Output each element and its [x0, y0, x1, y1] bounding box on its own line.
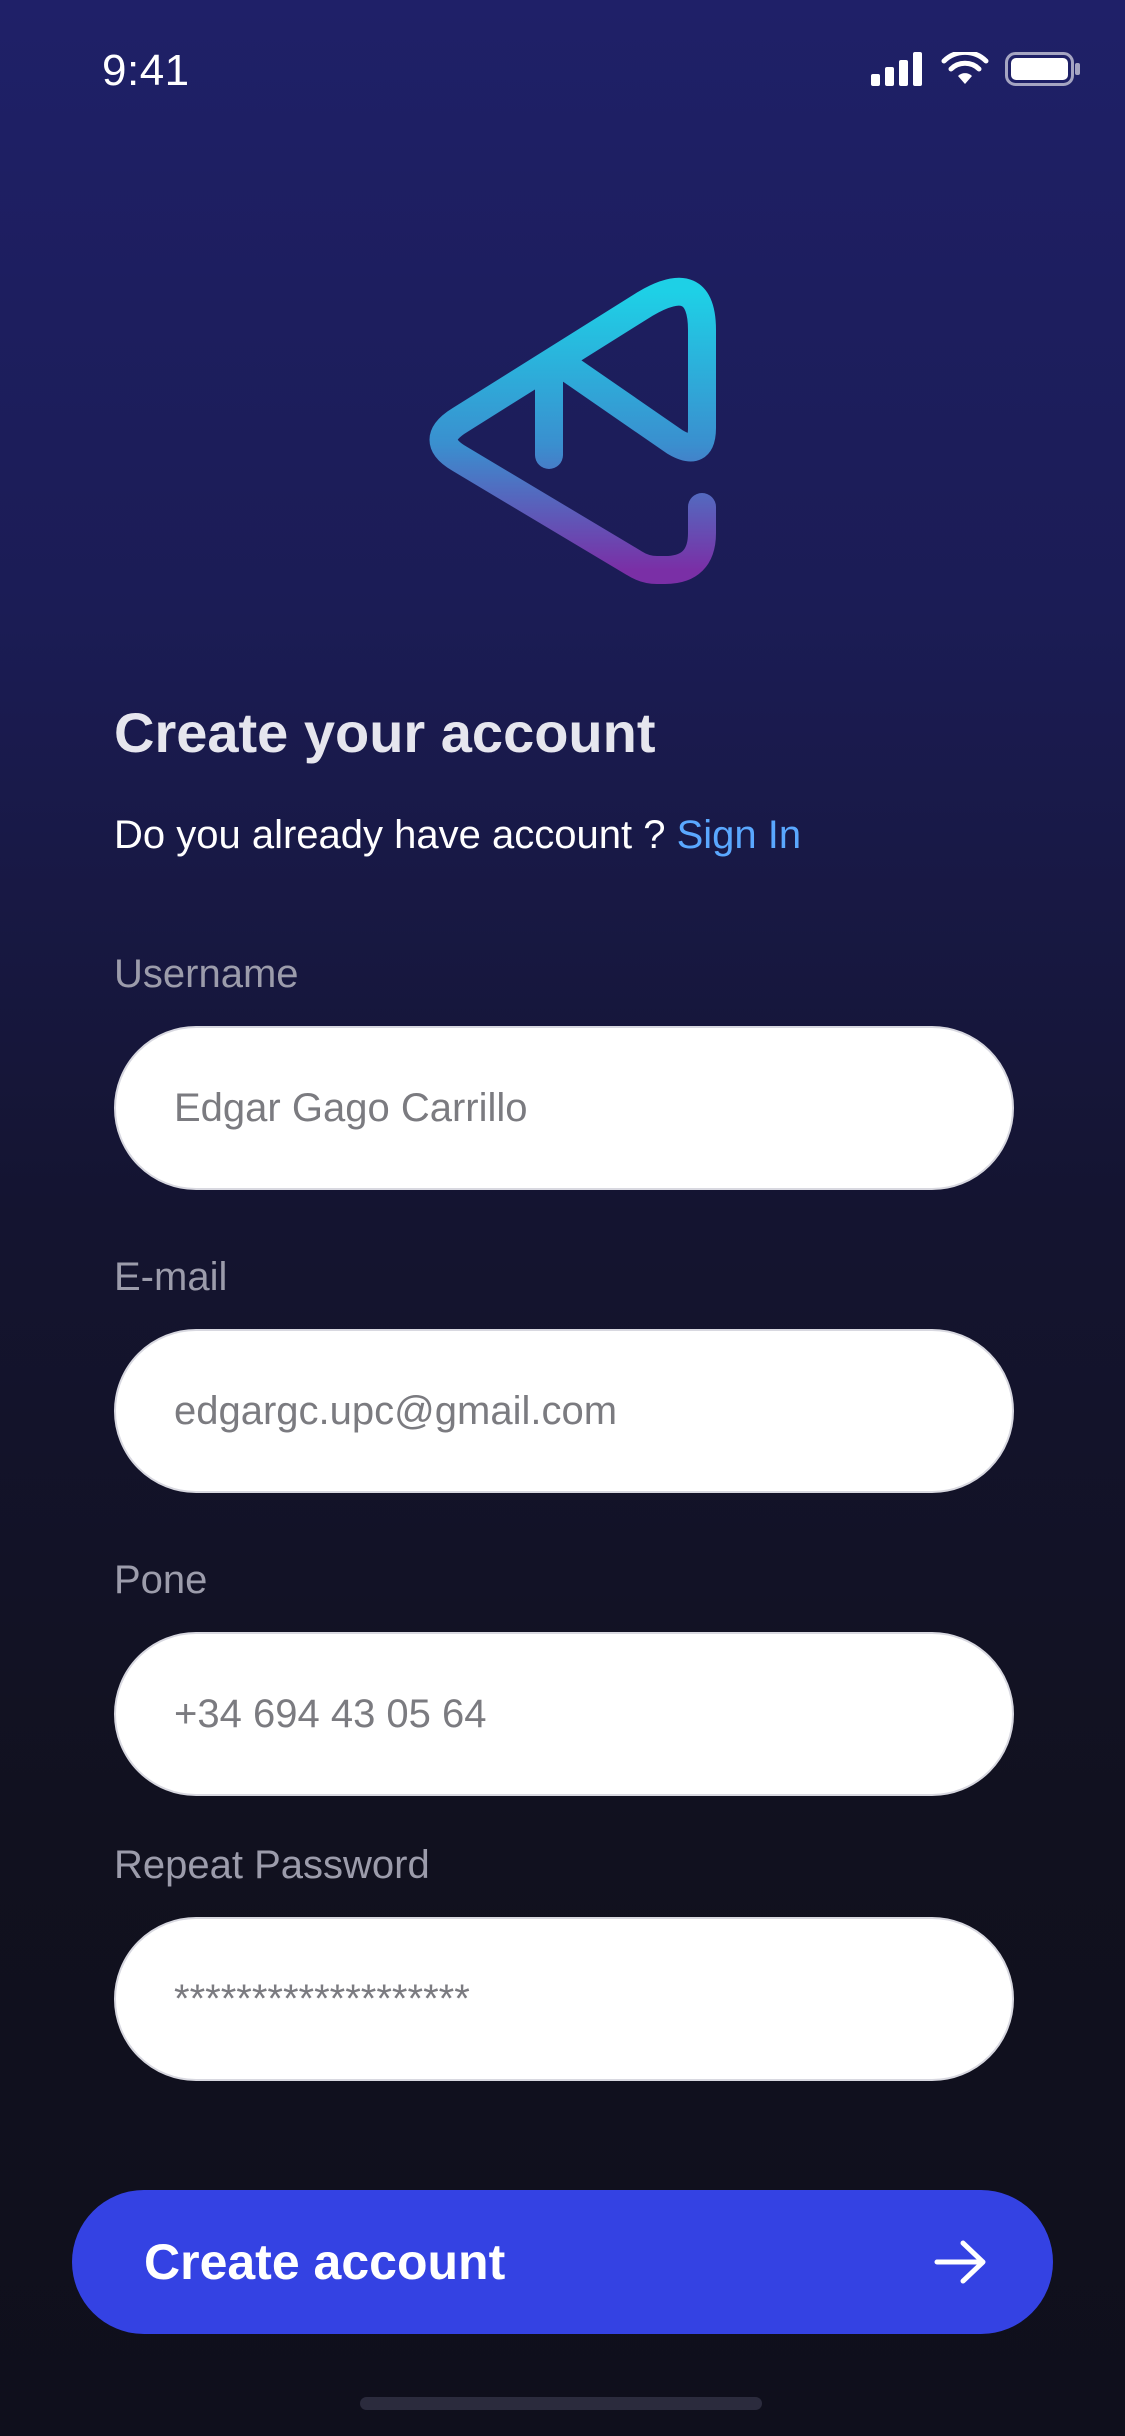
status-time: 9:41 — [102, 46, 190, 95]
wifi-icon — [941, 52, 989, 84]
page-title: Create your account — [114, 701, 656, 764]
phone-field-container[interactable] — [114, 1632, 1014, 1796]
status-icons — [871, 52, 1081, 86]
email-label: E-mail — [114, 1255, 228, 1299]
phone-label: Pone — [114, 1558, 208, 1602]
home-indicator — [360, 2397, 762, 2410]
username-field-container[interactable] — [114, 1026, 1014, 1190]
signin-prompt-text: Do you already have account ? — [114, 813, 666, 857]
username-input[interactable] — [174, 1028, 954, 1188]
email-input[interactable] — [174, 1331, 954, 1491]
repeat-password-field-container[interactable] — [114, 1917, 1014, 2081]
repeat-password-input[interactable] — [174, 1919, 954, 2079]
sign-in-link[interactable]: Sign In — [677, 813, 802, 857]
create-account-button[interactable]: Create account — [72, 2190, 1053, 2334]
phone-input[interactable] — [174, 1634, 954, 1794]
app-logo — [429, 277, 716, 584]
repeat-password-label: Repeat Password — [114, 1843, 430, 1887]
battery-icon — [1005, 52, 1080, 86]
status-bar: 9:41 — [0, 0, 1125, 140]
cellular-signal-icon — [871, 52, 922, 86]
signin-prompt: Do you already have account ? Sign In — [114, 813, 801, 858]
email-field-container[interactable] — [114, 1329, 1014, 1493]
create-account-label: Create account — [144, 2234, 506, 2290]
arrow-right-icon — [934, 2240, 986, 2284]
username-label: Username — [114, 952, 299, 996]
